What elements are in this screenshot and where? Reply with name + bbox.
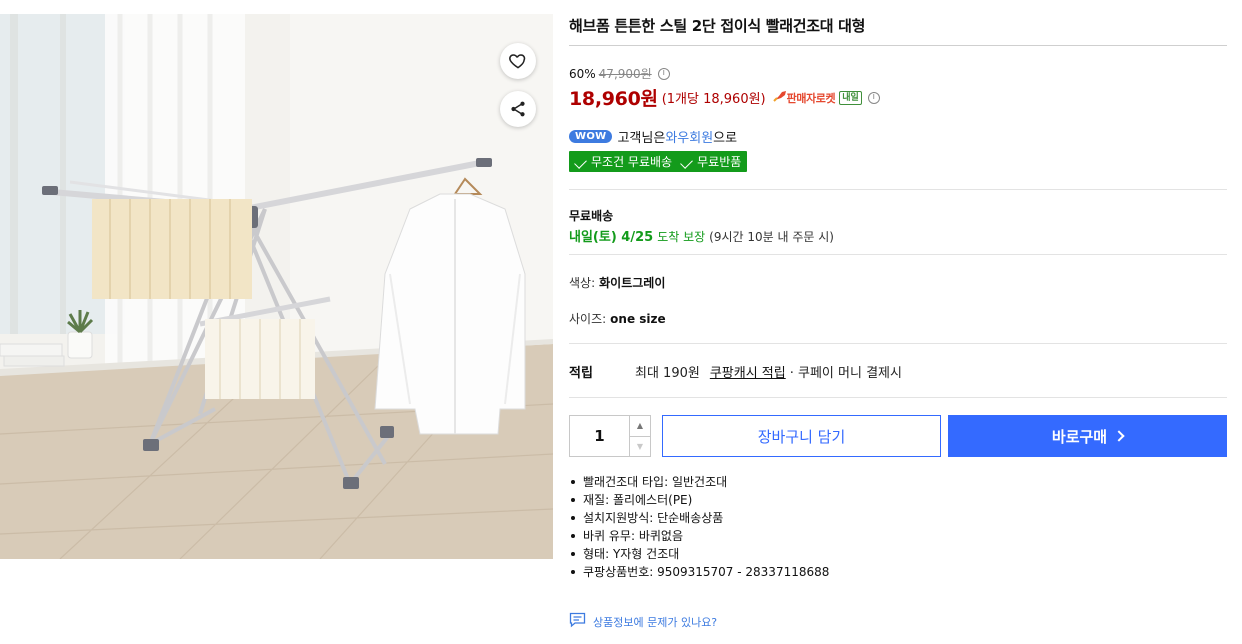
chevron-right-icon bbox=[1113, 430, 1125, 442]
discount-rate: 60% bbox=[569, 66, 596, 81]
heart-icon bbox=[508, 51, 528, 71]
seller-rocket-badge: 판매자로켓 bbox=[772, 90, 836, 106]
discount-row: 60% 47,900원 i bbox=[569, 65, 670, 82]
add-to-cart-button[interactable]: 장바구니 담기 bbox=[662, 415, 941, 457]
product-detail-panel: 해브폼 튼튼한 스틸 2단 접이식 빨래건조대 대형 60% 47,900원 i… bbox=[569, 0, 1227, 644]
divider bbox=[569, 189, 1227, 190]
quantity-decrease-button[interactable]: ▼ bbox=[630, 437, 650, 457]
spec-item: 쿠팡상품번호: 9509315707 - 28337118688 bbox=[569, 563, 829, 581]
spec-item: 바퀴 유무: 바퀴없음 bbox=[569, 527, 829, 545]
unit-price: (1개당 18,960원) bbox=[661, 92, 766, 107]
points-label: 적립 bbox=[569, 366, 593, 381]
color-value: 화이트그레이 bbox=[599, 276, 666, 290]
info-icon[interactable]: i bbox=[657, 67, 670, 80]
check-icon bbox=[680, 156, 693, 169]
rocket-label: 판매자로켓 bbox=[786, 91, 836, 105]
share-icon bbox=[509, 100, 527, 118]
divider bbox=[569, 397, 1227, 398]
benefit-free-shipping: 무조건 무료배송 bbox=[591, 155, 673, 169]
divider bbox=[569, 254, 1227, 255]
wow-suffix: 으로 bbox=[713, 131, 738, 146]
shipping-label: 무료배송 bbox=[569, 209, 614, 223]
size-option[interactable]: 사이즈: one size bbox=[569, 310, 666, 327]
spec-item: 형태: Y자형 건조대 bbox=[569, 545, 829, 563]
points-row: 적립 최대 190원 쿠팡캐시 적립 · 쿠페이 머니 결제시 bbox=[569, 362, 1227, 381]
wishlist-button[interactable] bbox=[500, 43, 536, 79]
spec-item: 설치지원방식: 단순배송상품 bbox=[569, 509, 829, 527]
original-price: 47,900원 bbox=[598, 67, 652, 81]
wow-prefix: 고객님은 bbox=[617, 131, 666, 146]
divider bbox=[569, 343, 1227, 344]
wow-member-row: WOW 고객님은 와우회원 으로 bbox=[569, 127, 737, 146]
rocket-icon bbox=[772, 90, 787, 105]
chat-bubble-icon bbox=[569, 612, 586, 631]
order-cutoff: (9시간 10분 내 주문 시) bbox=[709, 230, 834, 244]
buy-now-button[interactable]: 바로구매 bbox=[948, 415, 1227, 457]
divider bbox=[569, 45, 1227, 46]
share-button[interactable] bbox=[500, 91, 536, 127]
benefit-free-return: 무료반품 bbox=[697, 155, 742, 169]
coupang-cash-link[interactable]: 쿠팡캐시 적립 bbox=[710, 362, 786, 381]
chevron-up-icon: ▲ bbox=[636, 421, 644, 431]
size-label: 사이즈: bbox=[569, 312, 607, 326]
delivery-date: 내일(토) 4/25 bbox=[569, 230, 654, 245]
drying-rack-photo bbox=[0, 14, 553, 559]
product-title: 해브폼 튼튼한 스틸 2단 접이식 빨래건조대 대형 bbox=[569, 17, 866, 35]
points-max: 최대 190원 bbox=[635, 366, 700, 381]
color-label: 색상: bbox=[569, 276, 596, 290]
color-option[interactable]: 색상: 화이트그레이 bbox=[569, 274, 665, 291]
delivery-guarantee: 도착 보장 bbox=[657, 230, 706, 244]
chevron-down-icon: ▼ bbox=[636, 441, 644, 451]
tomorrow-badge: 내일 bbox=[839, 90, 862, 105]
sale-price: 18,960원 bbox=[569, 88, 658, 110]
quantity-input[interactable] bbox=[570, 416, 630, 456]
quantity-increase-button[interactable]: ▲ bbox=[630, 416, 650, 437]
spec-item: 빨래건조대 타입: 일반건조대 bbox=[569, 473, 829, 491]
report-label: 상품정보에 문제가 있나요? bbox=[593, 615, 718, 629]
wow-member-text: 와우회원 bbox=[665, 131, 714, 146]
price-row: 18,960원 (1개당 18,960원) 판매자로켓 내일 i bbox=[569, 84, 880, 111]
info-icon[interactable]: i bbox=[867, 91, 880, 104]
quantity-stepper: ▲ ▼ bbox=[569, 415, 651, 457]
check-icon bbox=[574, 156, 587, 169]
points-condition: · 쿠페이 머니 결제시 bbox=[789, 366, 902, 381]
wow-badge: WOW bbox=[569, 130, 613, 143]
product-image[interactable] bbox=[0, 14, 553, 559]
spec-list: 빨래건조대 타입: 일반건조대 재질: 폴리에스터(PE) 설치지원방식: 단순… bbox=[569, 473, 829, 581]
spec-item: 재질: 폴리에스터(PE) bbox=[569, 491, 829, 509]
size-value: one size bbox=[610, 312, 666, 326]
wow-benefit-banner: 무조건 무료배송 무료반품 bbox=[569, 151, 748, 172]
buy-now-label: 바로구매 bbox=[1051, 427, 1108, 446]
report-product-info-link[interactable]: 상품정보에 문제가 있나요? bbox=[569, 612, 717, 631]
delivery-estimate: 내일(토) 4/25 도착 보장 (9시간 10분 내 주문 시) bbox=[569, 226, 834, 245]
